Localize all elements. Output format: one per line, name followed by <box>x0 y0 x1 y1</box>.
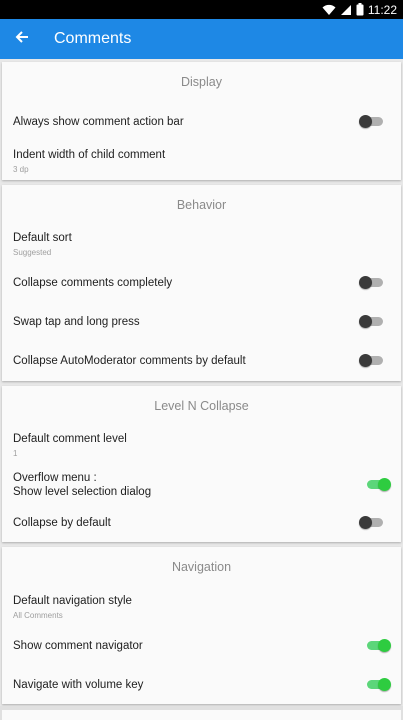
setting-default-navigation-style[interactable]: Default navigation style All Comments <box>2 587 401 623</box>
setting-subtitle: Suggested <box>13 248 52 257</box>
section-display: Display Always show comment action bar I… <box>2 62 401 180</box>
signal-icon <box>340 4 352 16</box>
arrow-back-icon <box>15 30 29 49</box>
section-navigation: Navigation Default navigation style All … <box>2 547 401 704</box>
setting-title: Collapse by default <box>13 517 111 529</box>
setting-title: Always show comment action bar <box>13 116 184 128</box>
setting-title: Default sort <box>13 232 72 244</box>
setting-navigate-volume-key[interactable]: Navigate with volume key <box>2 666 401 704</box>
navigate-volume-key-toggle[interactable] <box>365 676 391 692</box>
setting-title: Collapse AutoModerator comments by defau… <box>13 355 246 367</box>
setting-always-show-action-bar[interactable]: Always show comment action bar <box>2 102 401 140</box>
back-button[interactable] <box>8 25 36 53</box>
collapse-automoderator-toggle[interactable] <box>359 352 385 368</box>
setting-subtitle: 1 <box>13 449 18 458</box>
section-level-n-collapse: Level N Collapse Default comment level 1… <box>2 386 401 542</box>
setting-default-sort[interactable]: Default sort Suggested <box>2 225 401 261</box>
show-comment-navigator-toggle[interactable] <box>365 637 391 653</box>
always-show-action-bar-toggle[interactable] <box>359 113 385 129</box>
section-header: Behavior <box>176 198 227 212</box>
setting-swap-tap[interactable]: Swap tap and long press <box>2 304 401 342</box>
status-icons: 11:22 <box>322 2 397 17</box>
setting-default-comment-level[interactable]: Default comment level 1 <box>2 426 401 462</box>
setting-subtitle: 3 dp <box>13 165 29 174</box>
setting-title-line2: Show level selection dialog <box>13 486 152 498</box>
status-bar: 11:22 <box>0 0 403 19</box>
section-header: Level N Collapse <box>154 399 249 413</box>
overflow-menu-toggle[interactable] <box>365 476 391 492</box>
setting-title: Collapse comments completely <box>13 277 173 289</box>
section-header: Navigation <box>171 560 232 574</box>
wifi-icon <box>322 4 336 16</box>
setting-title: Indent width of child comment <box>13 149 166 161</box>
setting-title: Default navigation style <box>13 595 132 607</box>
setting-title: Overflow menu : Show level selection dia… <box>13 471 151 499</box>
swap-tap-toggle[interactable] <box>359 313 385 329</box>
setting-collapse-automoderator[interactable]: Collapse AutoModerator comments by defau… <box>2 343 401 381</box>
app-bar: Comments <box>0 19 403 59</box>
setting-title: Default comment level <box>13 433 127 445</box>
setting-show-comment-navigator[interactable]: Show comment navigator <box>2 627 401 665</box>
collapse-by-default-toggle[interactable] <box>359 514 385 530</box>
page-title: Comments <box>54 30 132 47</box>
setting-collapse-by-default[interactable]: Collapse by default <box>2 506 401 542</box>
section-header: Display <box>181 75 222 89</box>
setting-title-line1: Overflow menu : <box>13 472 97 484</box>
setting-subtitle: All Comments <box>13 611 63 620</box>
battery-icon <box>356 3 364 16</box>
setting-indent-width[interactable]: Indent width of child comment 3 dp <box>2 142 401 178</box>
status-time: 11:22 <box>367 2 397 17</box>
setting-title: Show comment navigator <box>13 640 143 652</box>
section-behavior: Behavior Default sort Suggested Collapse… <box>2 185 401 381</box>
collapse-completely-toggle[interactable] <box>359 274 385 290</box>
next-section-edge <box>0 706 403 720</box>
setting-title: Swap tap and long press <box>13 316 140 328</box>
setting-collapse-completely[interactable]: Collapse comments completely <box>2 265 401 303</box>
setting-overflow-menu[interactable]: Overflow menu : Show level selection dia… <box>2 466 401 506</box>
setting-title: Navigate with volume key <box>13 679 144 691</box>
